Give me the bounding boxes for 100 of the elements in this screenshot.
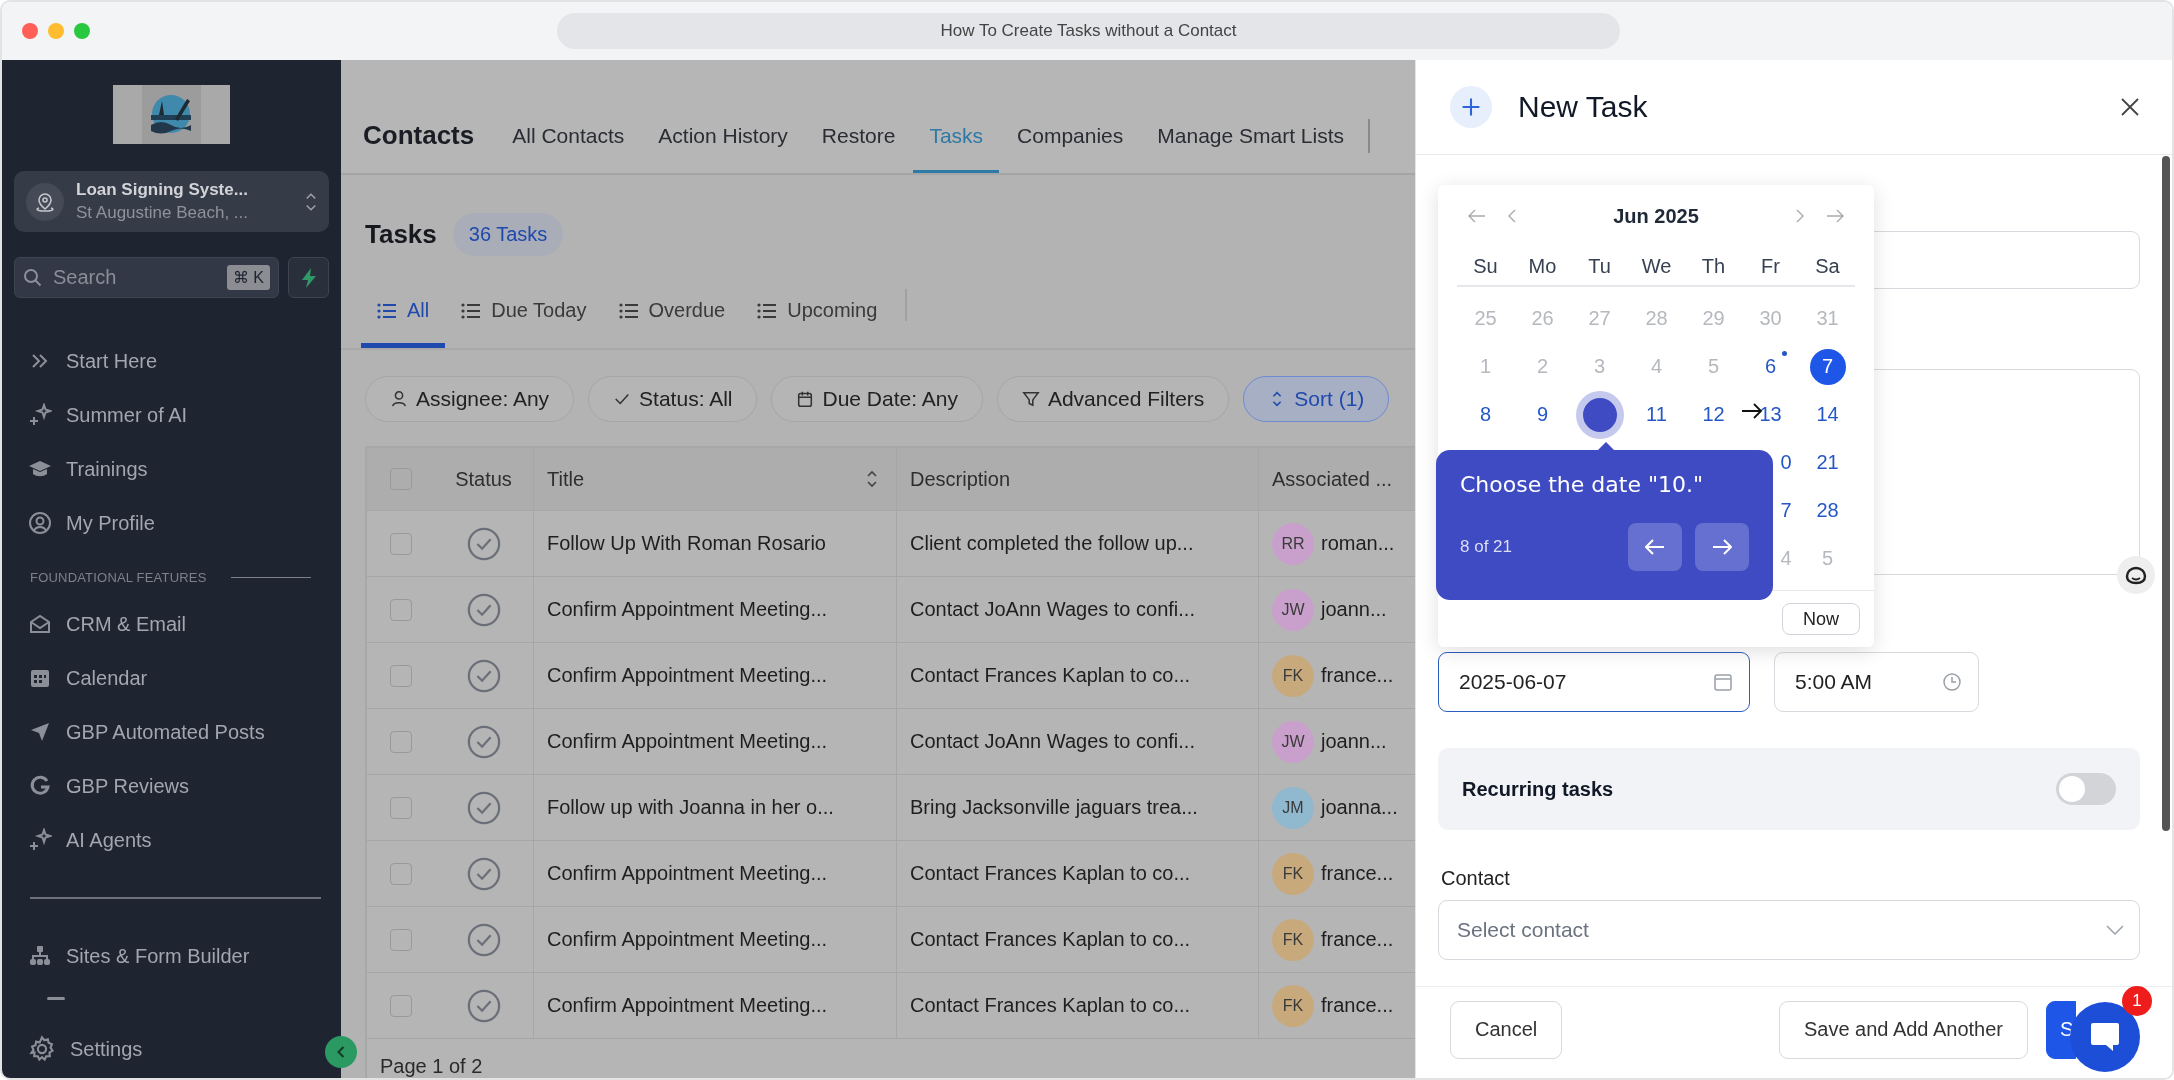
contact-name: joanna...	[1321, 796, 1398, 819]
task-title: Confirm Appointment Meeting...	[547, 730, 828, 753]
settings-item[interactable]: Settings	[14, 1022, 329, 1076]
nav-tab[interactable]: All Contacts	[496, 124, 641, 173]
now-button[interactable]: Now	[1782, 603, 1860, 635]
check-circle-icon[interactable]	[466, 526, 501, 561]
collapse-sidebar-button[interactable]	[325, 1036, 357, 1068]
search-field[interactable]: Search ⌘ K	[14, 257, 279, 298]
calendar-day[interactable]: 21	[1809, 444, 1846, 481]
quick-action-button[interactable]	[288, 257, 329, 298]
filter-tab[interactable]: Due Today	[445, 278, 603, 348]
filter-chip[interactable]: Assignee: Any	[365, 376, 575, 422]
calendar-day[interactable]: 0	[1769, 444, 1792, 481]
row-checkbox[interactable]	[389, 928, 412, 951]
sparkle-icon	[28, 828, 52, 852]
list-icon	[757, 302, 778, 319]
filter-chip[interactable]: Advanced Filters	[996, 376, 1230, 422]
filter-tab[interactable]: All	[361, 278, 446, 348]
save-and-add-button[interactable]: Save and Add Another	[1778, 1000, 2028, 1059]
task-description: Contact Frances Kaplan to co...	[910, 994, 1191, 1017]
previous-month-icon[interactable]	[1507, 209, 1517, 223]
previous-step-button[interactable]	[1628, 523, 1682, 571]
task-title: Confirm Appointment Meeting...	[547, 994, 828, 1017]
minimize-window-button[interactable]	[48, 23, 64, 39]
avatar: FK	[1272, 918, 1314, 961]
calendar-day[interactable]: 28	[1809, 492, 1846, 529]
row-checkbox[interactable]	[389, 796, 412, 819]
nav-item[interactable]: GBP Automated Posts	[14, 705, 329, 759]
check-circle-icon[interactable]	[466, 724, 501, 759]
next-year-icon[interactable]	[1825, 209, 1845, 223]
calendar-day[interactable]: 8	[1467, 396, 1504, 433]
address-bar[interactable]: How To Create Tasks without a Contact	[557, 13, 1620, 49]
check-circle-icon[interactable]	[466, 790, 501, 825]
nav-item[interactable]: Summer of AI	[14, 388, 329, 442]
smiley-button-icon[interactable]	[2116, 555, 2156, 595]
menu-icon[interactable]	[44, 997, 68, 1003]
calendar-day[interactable]: 11	[1638, 396, 1675, 433]
contact-select[interactable]: Select contact	[1438, 900, 2140, 960]
nav-item[interactable]: Trainings	[14, 442, 329, 496]
toggle-switch[interactable]	[2056, 773, 2116, 805]
nav-item[interactable]: Calendar	[14, 651, 329, 705]
nav-tab[interactable]: Restore	[805, 124, 912, 173]
time-field[interactable]: 5:00 AM	[1774, 652, 1979, 712]
check-circle-icon[interactable]	[466, 658, 501, 693]
month-label: Jun 2025	[1612, 204, 1700, 228]
task-description: Contact Frances Kaplan to co...	[910, 928, 1191, 951]
calendar-day[interactable]: 14	[1809, 396, 1846, 433]
check-circle-icon[interactable]	[466, 988, 501, 1023]
next-month-icon[interactable]	[1795, 209, 1805, 223]
row-checkbox[interactable]	[389, 664, 412, 687]
close-window-button[interactable]	[22, 23, 38, 39]
filter-tab[interactable]: Overdue	[602, 278, 742, 348]
next-step-button[interactable]	[1695, 523, 1749, 571]
cancel-button[interactable]: Cancel	[1450, 1000, 1563, 1059]
sparkle-icon	[28, 403, 52, 427]
nav-item[interactable]: AI Agents	[14, 813, 329, 867]
row-checkbox[interactable]	[389, 862, 412, 885]
nav-item[interactable]: GBP Reviews	[14, 759, 329, 813]
scrollbar[interactable]	[2162, 156, 2170, 831]
date-field[interactable]: 2025-06-07	[1438, 652, 1750, 712]
check-circle-icon[interactable]	[466, 592, 501, 627]
task-description: Contact JoAnn Wages to confi...	[910, 598, 1195, 621]
row-checkbox[interactable]	[389, 730, 412, 753]
nav-item[interactable]: Sites & Form Builder	[14, 929, 329, 983]
search-input[interactable]: Search	[51, 265, 219, 290]
contact-input[interactable]: Select contact	[1455, 917, 2105, 943]
close-icon[interactable]	[2120, 97, 2140, 117]
nav-item[interactable]: My Profile	[14, 496, 329, 550]
calendar-day[interactable]: 13	[1752, 396, 1789, 433]
sort-icon[interactable]	[866, 470, 878, 488]
row-checkbox[interactable]	[389, 532, 412, 555]
nav-item[interactable]: Start Here	[14, 334, 329, 388]
row-checkbox[interactable]	[389, 598, 412, 621]
clock-icon	[1942, 672, 1962, 692]
filter-chip[interactable]: Due Date: Any	[771, 376, 983, 422]
plus-icon	[1450, 86, 1492, 128]
calendar-day[interactable]: 7	[1809, 348, 1846, 385]
filter-tab[interactable]: Upcoming	[741, 278, 894, 348]
nav-tab[interactable]: Action History	[642, 124, 804, 173]
task-description: Client completed the follow up...	[910, 532, 1194, 555]
account-switcher[interactable]: Loan Signing Syste... St Augustine Beach, ...	[14, 171, 329, 232]
calendar-day[interactable]: 9	[1524, 396, 1561, 433]
column-header: Description	[897, 448, 1259, 510]
calendar-day[interactable]: 12	[1695, 396, 1732, 433]
check-circle-icon[interactable]	[466, 922, 501, 957]
task-description: Contact Frances Kaplan to co...	[910, 664, 1191, 687]
sitemap-icon	[28, 944, 52, 968]
filter-chip[interactable]: Sort (1)	[1243, 376, 1390, 422]
row-checkbox[interactable]	[389, 994, 412, 1017]
nav-tab[interactable]: Companies	[1001, 124, 1140, 173]
task-title: Follow up with Joanna in her o...	[547, 796, 834, 819]
nav-tab[interactable]: Manage Smart Lists	[1141, 124, 1361, 173]
calendar-day[interactable]: 7	[1769, 492, 1792, 529]
calendar-day[interactable]: 6	[1752, 348, 1789, 385]
task-title: Confirm Appointment Meeting...	[547, 598, 828, 621]
check-circle-icon[interactable]	[466, 856, 501, 891]
nav-item[interactable]: CRM & Email	[14, 597, 329, 651]
filter-chip[interactable]: Status: All	[588, 376, 758, 422]
zoom-window-button[interactable]	[74, 23, 90, 39]
previous-year-icon[interactable]	[1467, 209, 1487, 223]
